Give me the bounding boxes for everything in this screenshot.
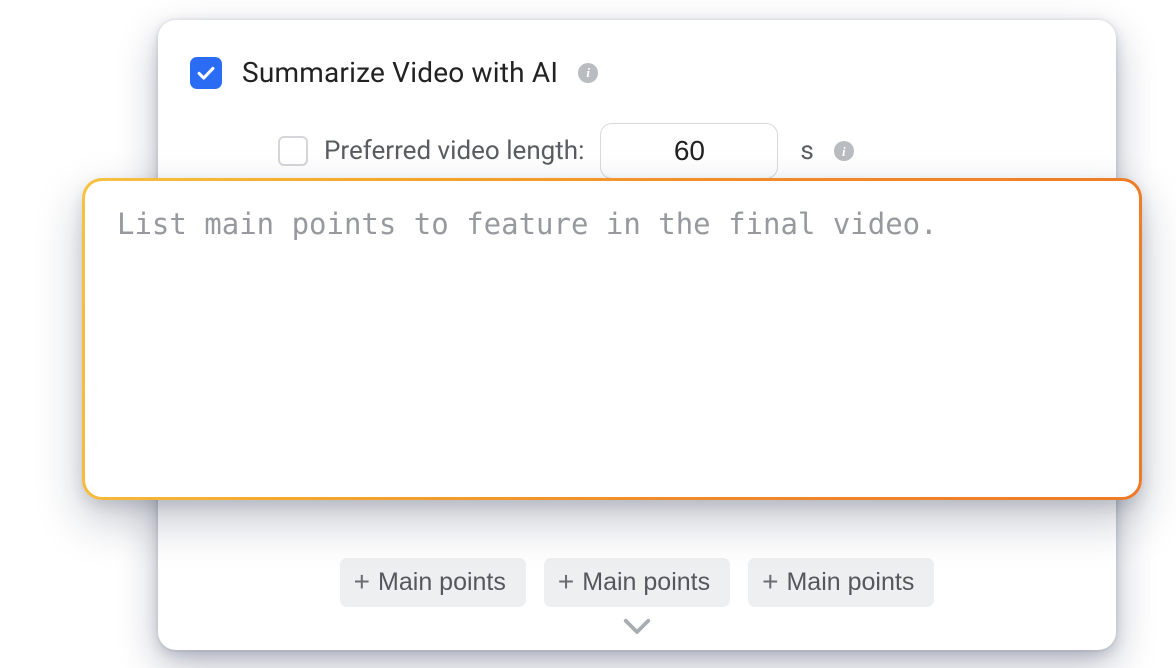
chip-label: Main points: [582, 568, 710, 597]
add-main-points-chip[interactable]: + Main points: [748, 558, 934, 607]
preferred-label: Preferred video length:: [324, 136, 584, 166]
summarize-checkbox[interactable]: [190, 57, 222, 89]
main-points-textarea[interactable]: [117, 207, 1107, 471]
preferred-row: Preferred video length: s i: [278, 123, 1080, 179]
add-main-points-chip[interactable]: + Main points: [340, 558, 526, 607]
plus-icon: +: [558, 571, 574, 593]
preferred-checkbox[interactable]: [278, 136, 308, 166]
summarize-row: Summarize Video with AI i: [190, 56, 1080, 89]
textarea-inner: [85, 181, 1139, 497]
plus-icon: +: [762, 571, 778, 593]
plus-icon: +: [354, 571, 370, 593]
info-icon[interactable]: i: [578, 63, 598, 83]
check-icon: [195, 62, 217, 84]
chip-label: Main points: [786, 568, 914, 597]
expand-chevron[interactable]: [158, 616, 1116, 638]
video-length-input[interactable]: [600, 123, 778, 179]
main-points-textarea-frame: [82, 178, 1142, 500]
unit-label: s: [800, 136, 813, 166]
chip-row: + Main points + Main points + Main point…: [158, 558, 1116, 607]
add-main-points-chip[interactable]: + Main points: [544, 558, 730, 607]
summarize-label: Summarize Video with AI: [242, 56, 558, 89]
chip-label: Main points: [378, 568, 506, 597]
chevron-down-icon: [622, 616, 652, 638]
info-icon[interactable]: i: [834, 141, 854, 161]
